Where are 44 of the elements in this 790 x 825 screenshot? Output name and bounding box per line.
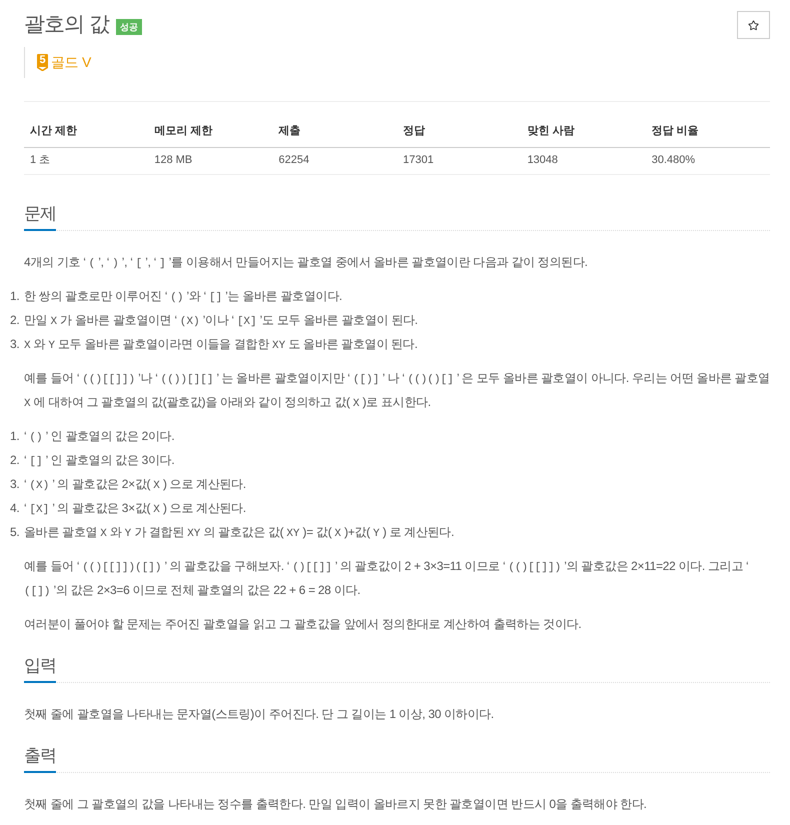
list-number: 3. bbox=[10, 336, 20, 352]
list-item-text: 한 쌍의 괄호로만 이루어진 ‘ () ’와 ‘ [] ’는 올바른 괄호열이다. bbox=[24, 288, 342, 306]
table-header-cell: 제출 bbox=[272, 116, 397, 147]
paragraph: 예를 들어 ‘ (()[[]])([]) ’ 의 괄호값을 구해보자. ‘ ()[[]] ’ 의 괄호값이 2 + 3×3=11 이므로 ‘ (()[[]]) ’의 괄호값은 2×11=22 이다. 그리고 ‘ ([]) ’의 값은 2×3=6 이므로 전체 괄호열의 값은 22 + 6 = 28 이다. bbox=[24, 558, 750, 600]
paragraph: 여러분이 풀어야 할 문제는 주어진 괄호열을 읽고 그 괄호값을 앞에서 정의한대로 계산하여 출력하는 것이다. bbox=[24, 616, 582, 632]
favorite-button[interactable] bbox=[737, 11, 770, 39]
table-cell: 17301 bbox=[396, 147, 522, 174]
list-number: 1. bbox=[10, 428, 20, 444]
list-item-text: 올바른 괄호열 X 와 Y 가 결합된 XY 의 괄호값은 값( XY )= 값( X )+값( Y ) 로 계산된다. bbox=[24, 524, 454, 542]
status-badge: 성공 bbox=[116, 19, 142, 35]
list-number: 5. bbox=[10, 524, 20, 540]
list-number: 2. bbox=[10, 452, 20, 468]
chevron-icon bbox=[37, 67, 48, 71]
tier-name: 골드 V bbox=[51, 53, 92, 72]
paragraph: 예를 들어 ‘ (()[[]]) ’나 ‘ (())[][] ’ 는 올바른 괄호열이지만 ‘ ([)] ’ 나 ‘ (()()[] ’ 은 모두 올바른 괄호열이 아니다. 우리는 어떤 올바른 괄호열 X 에 대하여 그 괄호열의 값(괄호값)을 아래와 같이 정의하고 값( X )로 표시한다. bbox=[24, 370, 770, 412]
table-cell: 128 MB bbox=[148, 147, 273, 174]
table-header-cell: 메모리 제한 bbox=[148, 116, 273, 147]
list-number: 4. bbox=[10, 500, 20, 516]
paragraph: 4개의 기호 ‘ ( ’, ‘ ) ’, ‘ [ ’, ‘ ] ’를 이용해서 만들어지는 괄호열 중에서 올바른 괄호열이란 다음과 같이 정의된다. bbox=[24, 254, 589, 272]
table-header-cell: 정답 비율 bbox=[646, 116, 770, 147]
section-heading: 출력 bbox=[24, 744, 56, 772]
table-cell: 30.480% bbox=[646, 147, 770, 174]
star-icon bbox=[748, 20, 759, 30]
list-item-text: ‘ () ’ 인 괄호열의 값은 2이다. bbox=[24, 428, 174, 446]
list-number: 2. bbox=[10, 312, 20, 328]
table-cell: 13048 bbox=[521, 147, 646, 174]
table-cell: 1 초 bbox=[24, 147, 148, 174]
paragraph: 첫째 줄에 괄호열을 나타내는 문자열(스트링)이 주어진다. 단 그 길이는 1 이상, 30 이하이다. bbox=[24, 706, 495, 722]
section-heading: 문제 bbox=[24, 202, 56, 230]
section-heading: 입력 bbox=[24, 654, 56, 682]
tier-badge: 5 bbox=[37, 54, 48, 67]
table-cell: 62254 bbox=[272, 147, 397, 174]
list-number: 1. bbox=[10, 288, 20, 304]
list-item-text: ‘ (X) ’ 의 괄호값은 2×값( X ) 으로 계산된다. bbox=[24, 476, 246, 494]
list-item-text: ‘ [] ’ 인 괄호열의 값은 3이다. bbox=[24, 452, 174, 470]
paragraph: 첫째 줄에 그 괄호열의 값을 나타내는 정수를 출력한다. 만일 입력이 올바르지 못한 괄호열이면 반드시 0을 출력해야 한다. bbox=[24, 796, 648, 812]
table-header-cell: 맞힌 사람 bbox=[521, 116, 646, 147]
list-item-text: X 와 Y 모두 올바른 괄호열이라면 이들을 결합한 XY 도 올바른 괄호열이 된다. bbox=[24, 336, 418, 354]
list-item-text: ‘ [X] ’ 의 괄호값은 3×값( X ) 으로 계산된다. bbox=[24, 500, 246, 518]
list-item-text: 만일 X 가 올바른 괄호열이면 ‘ (X) ’이나 ‘ [X] ’도 모두 올바른 괄호열이 된다. bbox=[24, 312, 418, 330]
problem-title: 괄호의 값 bbox=[24, 12, 109, 38]
list-number: 3. bbox=[10, 476, 20, 492]
table-header-cell: 정답 bbox=[396, 116, 522, 147]
table-header-cell: 시간 제한 bbox=[24, 116, 148, 147]
